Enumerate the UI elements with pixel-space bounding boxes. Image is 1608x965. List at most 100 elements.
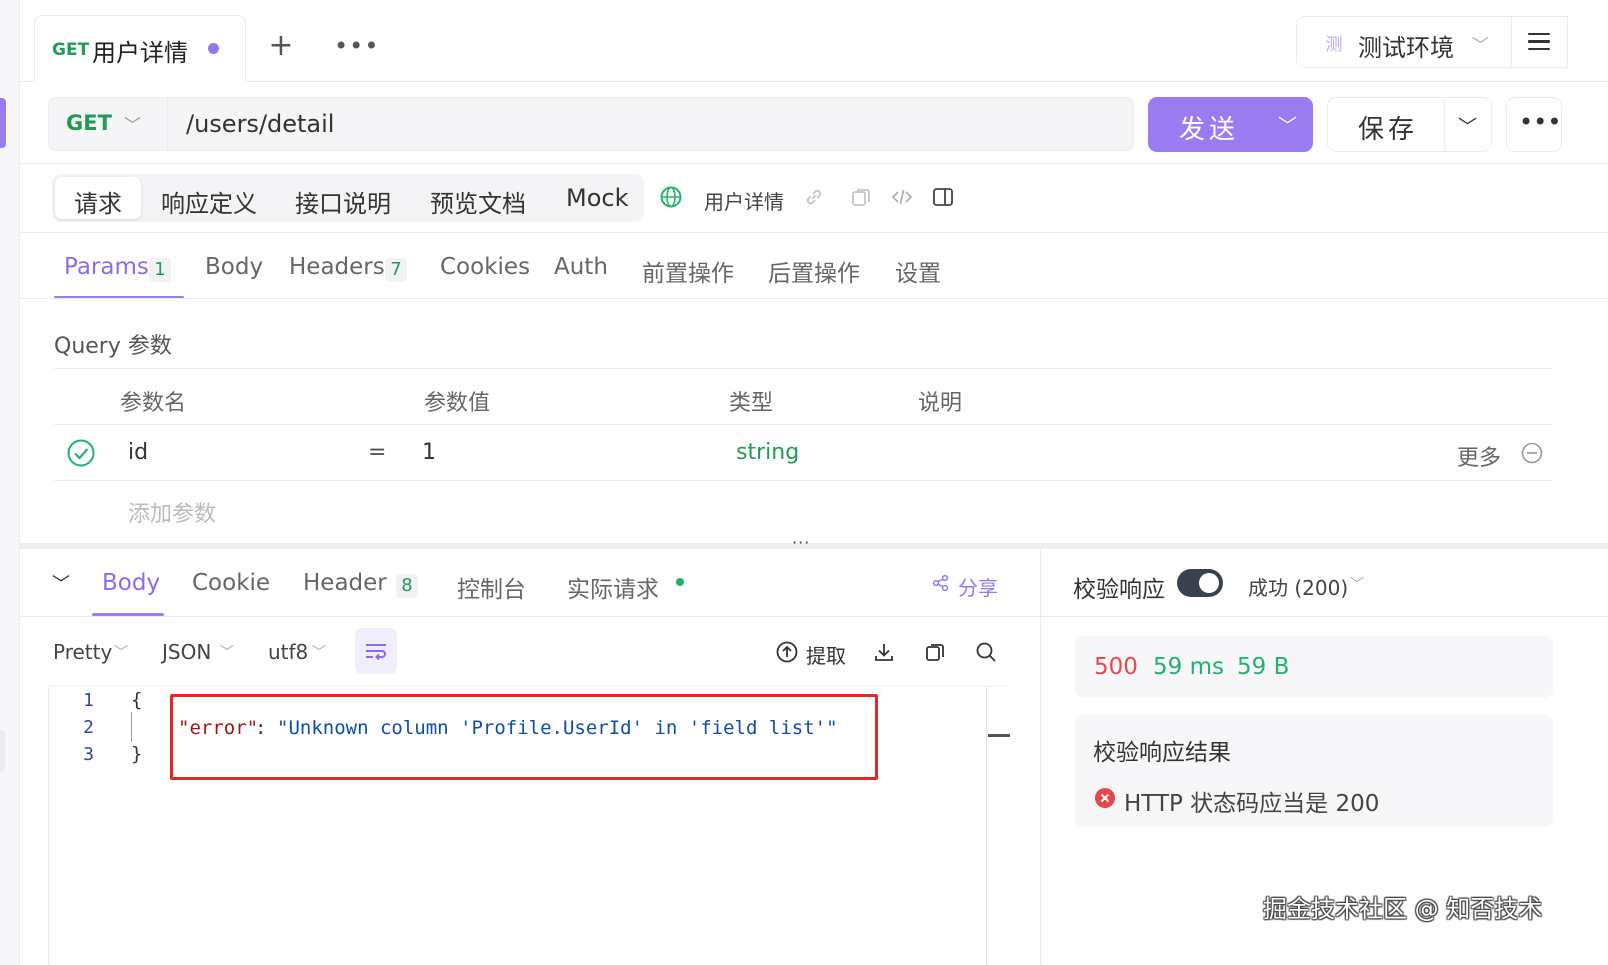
check-circle-icon[interactable] xyxy=(67,439,95,467)
subtab-headers[interactable]: Headers xyxy=(289,254,385,280)
search-icon[interactable] xyxy=(975,641,997,663)
chevron-down-icon: ﹀ xyxy=(124,116,141,136)
resp-tab-body[interactable]: Body xyxy=(102,570,160,596)
divider xyxy=(54,368,1552,369)
collapse-chevron-icon[interactable]: ﹀ xyxy=(52,570,70,596)
method-value: GET xyxy=(66,111,112,135)
send-label: 发送 xyxy=(1179,115,1240,145)
chevron-down-icon[interactable]: ﹀ xyxy=(1458,112,1477,139)
pane-splitter[interactable] xyxy=(20,543,1608,549)
add-param-input[interactable]: 添加参数 xyxy=(128,496,216,528)
resp-tab-cookie[interactable]: Cookie xyxy=(192,570,270,596)
error-circle-icon xyxy=(1095,788,1115,808)
encoding-select[interactable]: utf8 xyxy=(268,640,308,664)
plus-icon[interactable]: + xyxy=(266,28,296,63)
format-type-select[interactable]: JSON xyxy=(162,640,211,664)
chevron-down-icon: ﹀ xyxy=(312,645,326,661)
copy-icon[interactable] xyxy=(924,641,946,663)
subtab-body[interactable]: Body xyxy=(205,254,263,280)
ellipsis-icon[interactable]: ••• xyxy=(334,32,379,60)
column-header-name: 参数名 xyxy=(120,391,187,416)
section-title: Query 参数 xyxy=(54,334,172,359)
divider xyxy=(20,616,1040,617)
scrollbar-thumb[interactable] xyxy=(988,734,1010,737)
chevron-down-icon: ﹀ xyxy=(220,645,234,661)
chevron-down-icon: ﹀ xyxy=(1350,577,1364,593)
chevron-down-icon: ﹀ xyxy=(1472,36,1489,56)
subtab-post-actions[interactable]: 后置操作 xyxy=(768,254,860,288)
resp-tab-header[interactable]: Header xyxy=(303,570,387,596)
wrap-lines-icon xyxy=(366,644,386,661)
tab-method-badge: GET xyxy=(52,40,90,60)
resp-tab-actual-request[interactable]: 实际请求 xyxy=(567,570,659,604)
tab-api-description[interactable]: 接口说明 xyxy=(295,184,391,219)
subtab-cookies[interactable]: Cookies xyxy=(440,254,530,280)
divider xyxy=(20,232,1608,233)
headers-count-badge: 7 xyxy=(385,258,407,282)
save-label: 保存 xyxy=(1358,115,1419,145)
tab-preview-docs[interactable]: 预览文档 xyxy=(430,184,526,219)
status-code: 500 xyxy=(1094,654,1138,680)
extract-icon[interactable] xyxy=(776,641,798,663)
panel-toggle-icon[interactable] xyxy=(932,186,954,208)
remove-circle-icon[interactable] xyxy=(1521,442,1543,464)
column-header-value: 参数值 xyxy=(424,391,491,416)
expected-status-select[interactable]: 成功 (200) xyxy=(1248,572,1348,601)
divider xyxy=(20,298,1608,299)
tab-response-definition[interactable]: 响应定义 xyxy=(161,184,257,219)
params-count-badge: 1 xyxy=(149,258,171,282)
download-icon[interactable] xyxy=(873,641,895,663)
error-highlight-box xyxy=(170,694,878,780)
watermark: 掘金技术社区 @ 知否技术 xyxy=(1263,895,1543,923)
line-number: 2 xyxy=(83,717,94,738)
subtab-auth[interactable]: Auth xyxy=(554,254,608,280)
response-time: 59 ms xyxy=(1153,654,1224,680)
line-number: 3 xyxy=(83,744,94,765)
header-count-badge: 8 xyxy=(396,574,418,598)
resp-tab-console[interactable]: 控制台 xyxy=(457,570,526,604)
param-value[interactable]: 1 xyxy=(422,440,436,465)
validate-response-label: 校验响应 xyxy=(1073,577,1165,603)
chevron-down-icon: ﹀ xyxy=(114,645,128,661)
subtab-params[interactable]: Params xyxy=(64,254,149,280)
chevron-down-icon[interactable]: ﹀ xyxy=(1278,111,1297,138)
extract-button[interactable]: 提取 xyxy=(806,640,846,669)
validation-result-message: HTTP 状态码应当是 200 xyxy=(1124,791,1380,817)
code-icon[interactable] xyxy=(891,186,913,208)
divider xyxy=(54,480,1552,481)
tab-request[interactable]: 请求 xyxy=(74,184,122,219)
code-close-brace: } xyxy=(131,743,143,765)
sidebar-collapse-handle[interactable] xyxy=(0,730,5,772)
subtab-settings[interactable]: 设置 xyxy=(895,254,941,288)
globe-icon xyxy=(660,186,682,208)
view-mode-select[interactable]: Pretty xyxy=(53,640,112,664)
divider xyxy=(1041,616,1608,617)
param-more-link[interactable]: 更多 xyxy=(1457,440,1501,472)
subtab-pre-actions[interactable]: 前置操作 xyxy=(642,254,734,288)
environment-badge: 测 xyxy=(1325,35,1343,55)
url-value: /users/detail xyxy=(186,110,335,138)
environment-label: 测试环境 xyxy=(1358,34,1454,62)
response-metrics xyxy=(1075,636,1553,698)
tab-mock[interactable]: Mock xyxy=(566,184,628,212)
save-divider xyxy=(1444,97,1445,152)
share-icon[interactable] xyxy=(932,574,950,592)
indent-guide xyxy=(131,712,132,742)
column-header-type: 类型 xyxy=(729,391,774,416)
drag-handle-icon[interactable]: ··· xyxy=(792,533,810,552)
sidebar-active-indicator xyxy=(0,98,6,148)
status-dot-icon xyxy=(676,578,684,586)
line-number: 1 xyxy=(83,690,94,711)
param-type[interactable]: string xyxy=(736,440,799,465)
link-icon[interactable] xyxy=(803,186,825,208)
divider xyxy=(54,424,1552,425)
share-button[interactable]: 分享 xyxy=(958,572,998,601)
copy-icon[interactable] xyxy=(850,186,872,208)
param-key[interactable]: id xyxy=(128,440,148,465)
toggle-knob xyxy=(1199,573,1219,593)
code-open-brace: { xyxy=(131,689,143,711)
column-header-description: 说明 xyxy=(918,391,963,416)
api-name[interactable]: 用户详情 xyxy=(704,186,784,215)
validation-result-title: 校验响应结果 xyxy=(1093,740,1231,766)
ellipsis-icon: ••• xyxy=(1519,108,1562,136)
